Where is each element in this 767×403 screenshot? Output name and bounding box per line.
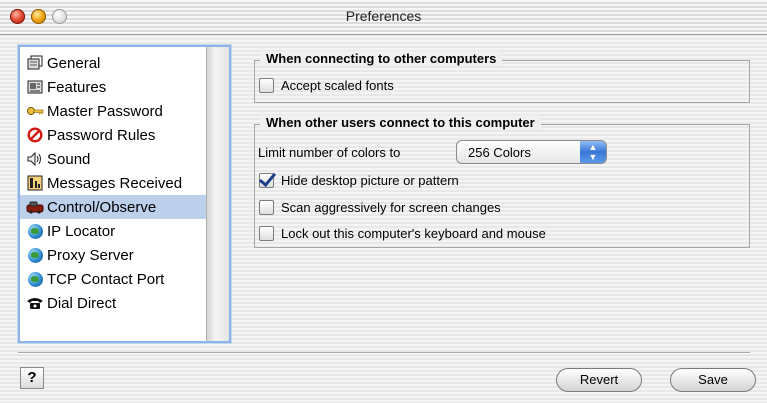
sidebar-item-label: General: [47, 54, 101, 72]
sidebar-item-label: Sound: [47, 150, 91, 168]
hide-desktop-option[interactable]: Hide desktop picture or pattern: [259, 173, 459, 188]
speaker-icon: [26, 150, 44, 168]
globe-icon: [26, 246, 44, 264]
telephone-icon: [26, 294, 44, 312]
sidebar-item-label: Dial Direct: [47, 294, 117, 312]
sidebar-item-label: TCP Contact Port: [47, 270, 165, 288]
lock-out-label: Lock out this computer's keyboard and mo…: [281, 226, 546, 241]
color-limit-popup[interactable]: 256 Colors ▲ ▼: [456, 140, 607, 164]
sidebar-item-features[interactable]: Features: [20, 75, 207, 99]
control-observe-icon: [26, 198, 44, 216]
sidebar-item-label: Messages Received: [47, 174, 183, 192]
sidebar-item-messages-received[interactable]: Messages Received: [20, 171, 207, 195]
incoming-connection-heading: When other users connect to this compute…: [260, 115, 541, 130]
sidebar-item-general[interactable]: General: [20, 51, 207, 75]
scan-aggressively-checkbox[interactable]: [259, 200, 274, 215]
preferences-category-list[interactable]: General Features Master Password Passwor…: [18, 45, 231, 343]
sidebar-item-tcp-contact-port[interactable]: TCP Contact Port: [20, 267, 207, 291]
sidebar-item-label: IP Locator: [47, 222, 116, 240]
footer-divider: [18, 352, 750, 354]
accept-scaled-fonts-checkbox[interactable]: [259, 78, 274, 93]
sidebar-item-ip-locator[interactable]: IP Locator: [20, 219, 207, 243]
sidebar-item-sound[interactable]: Sound: [20, 147, 207, 171]
revert-button[interactable]: Revert: [556, 368, 642, 392]
color-limit-value: 256 Colors: [468, 145, 531, 160]
popup-arrows-icon: ▲ ▼: [580, 141, 606, 163]
accept-scaled-fonts-label: Accept scaled fonts: [281, 78, 394, 93]
sidebar-item-password-rules[interactable]: Password Rules: [20, 123, 207, 147]
help-button[interactable]: ?: [20, 367, 44, 389]
lock-out-option[interactable]: Lock out this computer's keyboard and mo…: [259, 226, 546, 241]
sidebar-item-label: Features: [47, 78, 107, 96]
prohibited-icon: [26, 126, 44, 144]
scan-aggressively-label: Scan aggressively for screen changes: [281, 200, 501, 215]
sidebar-scrollbar[interactable]: [206, 47, 229, 341]
hide-desktop-label: Hide desktop picture or pattern: [281, 173, 459, 188]
sidebar-item-dial-direct[interactable]: Dial Direct: [20, 291, 207, 315]
color-limit-label: Limit number of colors to: [258, 145, 401, 160]
title-bar: Preferences: [0, 0, 767, 35]
lock-out-checkbox[interactable]: [259, 226, 274, 241]
globe-icon: [26, 270, 44, 288]
features-icon: [26, 78, 44, 96]
hide-desktop-checkbox[interactable]: [259, 173, 274, 188]
window-title: Preferences: [345, 8, 422, 24]
messages-icon: [26, 174, 44, 192]
save-button[interactable]: Save: [670, 368, 756, 392]
sidebar-item-label: Proxy Server: [47, 246, 134, 264]
scan-aggressively-option[interactable]: Scan aggressively for screen changes: [259, 200, 501, 215]
sidebar-item-label: Control/Observe: [47, 198, 157, 216]
globe-icon: [26, 222, 44, 240]
sidebar-item-master-password[interactable]: Master Password: [20, 99, 207, 123]
key-icon: [26, 102, 44, 120]
sidebar-item-label: Password Rules: [47, 126, 156, 144]
sidebar-item-proxy-server[interactable]: Proxy Server: [20, 243, 207, 267]
general-icon: [26, 54, 44, 72]
accept-scaled-fonts-option[interactable]: Accept scaled fonts: [259, 78, 394, 93]
outgoing-connection-heading: When connecting to other computers: [260, 51, 503, 66]
sidebar-item-control-observe[interactable]: Control/Observe: [20, 195, 207, 219]
sidebar-item-label: Master Password: [47, 102, 163, 120]
